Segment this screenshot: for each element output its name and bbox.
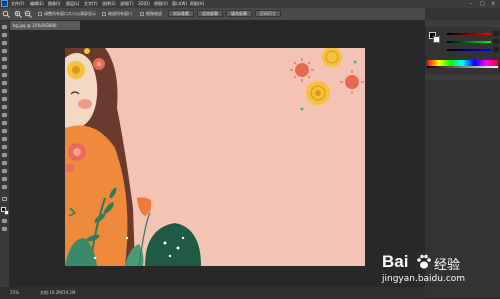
menu-3d[interactable]: 3D(D) bbox=[138, 1, 150, 6]
minimize-button[interactable]: – bbox=[470, 1, 473, 7]
red-value-field[interactable] bbox=[493, 31, 499, 36]
screen-mode-icon[interactable] bbox=[2, 227, 7, 231]
watermark-brand: Bai bbox=[382, 252, 409, 271]
blue-value-field[interactable] bbox=[493, 47, 499, 52]
fill-screen-button[interactable]: 填充屏幕 bbox=[226, 10, 252, 17]
green-slider[interactable] bbox=[447, 41, 491, 43]
zoom-all-windows-checkbox[interactable] bbox=[102, 12, 106, 16]
healing-brush-tool-icon[interactable] bbox=[2, 73, 7, 77]
flower-icon bbox=[67, 61, 85, 79]
fit-screen-button[interactable]: 适合屏幕 bbox=[197, 10, 223, 17]
red-slider[interactable] bbox=[447, 33, 491, 35]
watermark-url: jingyan.baidu.com bbox=[382, 274, 466, 284]
leaf-dot bbox=[300, 107, 304, 111]
menu-window[interactable]: 窗口(W) bbox=[172, 1, 187, 7]
document-tab[interactable]: bg.jpg @ 25%(RGB/8) bbox=[10, 21, 80, 30]
gradient-tool-icon[interactable] bbox=[2, 113, 7, 117]
menu-view[interactable]: 视图(V) bbox=[154, 1, 168, 7]
lasso-tool-icon[interactable] bbox=[2, 41, 7, 45]
photoshop-logo: Ps bbox=[1, 0, 8, 7]
adjustments-panel-tabs[interactable] bbox=[425, 74, 500, 80]
clone-stamp-tool-icon[interactable] bbox=[2, 89, 7, 93]
flower-icon bbox=[93, 58, 105, 70]
hand-tool-icon[interactable] bbox=[2, 177, 7, 181]
zoom-all-windows-label: 缩放所有窗口 bbox=[108, 11, 132, 16]
zoom-tool-icon[interactable] bbox=[2, 10, 10, 18]
flower-bud bbox=[84, 48, 90, 54]
watermark-brand-suffix: 经验 bbox=[434, 258, 461, 273]
document-canvas[interactable] bbox=[65, 48, 365, 266]
quick-select-tool-icon[interactable] bbox=[2, 49, 7, 53]
blur-tool-icon[interactable] bbox=[2, 121, 7, 125]
resize-windows-label: 调整所有窗口大小以满屏显示 bbox=[44, 11, 96, 16]
maximize-button[interactable]: □ bbox=[480, 1, 485, 7]
3d-tool-icon[interactable] bbox=[2, 169, 7, 173]
path-select-tool-icon[interactable] bbox=[2, 153, 7, 157]
blue-slider[interactable] bbox=[447, 49, 491, 51]
status-bar: 25% 文档:19.2M/19.2M bbox=[0, 287, 425, 299]
toolbox bbox=[0, 21, 10, 287]
brush-tool-icon[interactable] bbox=[2, 81, 7, 85]
green-value-field[interactable] bbox=[493, 39, 499, 44]
canvas-artwork bbox=[65, 48, 365, 266]
menu-select[interactable]: 选择(S) bbox=[102, 1, 116, 7]
scrubby-zoom-checkbox[interactable] bbox=[140, 12, 144, 16]
quick-mask-icon[interactable] bbox=[2, 219, 7, 223]
color-panel-tabs[interactable] bbox=[425, 20, 500, 27]
move-tool-icon[interactable] bbox=[2, 25, 7, 29]
close-button[interactable]: × bbox=[491, 1, 495, 7]
print-size-button[interactable]: 打印尺寸 bbox=[255, 10, 281, 17]
zoom-level[interactable]: 25% bbox=[10, 290, 19, 295]
type-tool-icon[interactable] bbox=[2, 145, 7, 149]
watermark: Bai 经验 jingyan.baidu.com bbox=[382, 252, 500, 292]
menu-help[interactable]: 帮助(H) bbox=[190, 1, 204, 7]
resize-windows-checkbox[interactable] bbox=[38, 12, 42, 16]
crop-tool-icon[interactable] bbox=[2, 57, 7, 61]
eyedropper-tool-icon[interactable] bbox=[2, 65, 7, 69]
menu-file[interactable]: 文件(F) bbox=[11, 1, 24, 7]
dodge-tool-icon[interactable] bbox=[2, 129, 7, 133]
zoom-tool-icon[interactable] bbox=[2, 185, 7, 189]
zoom-out-icon[interactable] bbox=[24, 10, 32, 18]
scrubby-zoom-label: 细微缩放 bbox=[146, 11, 162, 16]
actual-pixels-button[interactable]: 实际像素 bbox=[168, 10, 194, 17]
menu-image[interactable]: 图像(I) bbox=[48, 1, 60, 7]
menu-bar: Ps 文件(F) 编辑(E) 图像(I) 图层(L) 文字(Y) 选择(S) 滤… bbox=[0, 0, 500, 8]
menu-edit[interactable]: 编辑(E) bbox=[30, 1, 44, 7]
panel-background-swatch[interactable] bbox=[433, 36, 440, 43]
edit-toolbar-icon[interactable] bbox=[2, 197, 7, 201]
marquee-tool-icon[interactable] bbox=[2, 33, 7, 37]
zoom-in-icon[interactable] bbox=[14, 10, 22, 18]
menu-filter[interactable]: 滤镜(T) bbox=[120, 1, 134, 7]
menu-layer[interactable]: 图层(L) bbox=[66, 1, 79, 7]
leaf-dot bbox=[353, 60, 357, 64]
pen-tool-icon[interactable] bbox=[2, 137, 7, 141]
grayscale-ramp[interactable] bbox=[427, 66, 498, 68]
paw-logo-icon bbox=[417, 254, 431, 269]
eraser-tool-icon[interactable] bbox=[2, 105, 7, 109]
menu-type[interactable]: 文字(Y) bbox=[84, 1, 98, 7]
shape-tool-icon[interactable] bbox=[2, 161, 7, 165]
document-size: 文档:19.2M/19.2M bbox=[40, 290, 76, 295]
background-color-swatch[interactable] bbox=[4, 210, 9, 215]
history-brush-tool-icon[interactable] bbox=[2, 97, 7, 101]
flower-icon bbox=[306, 81, 330, 105]
